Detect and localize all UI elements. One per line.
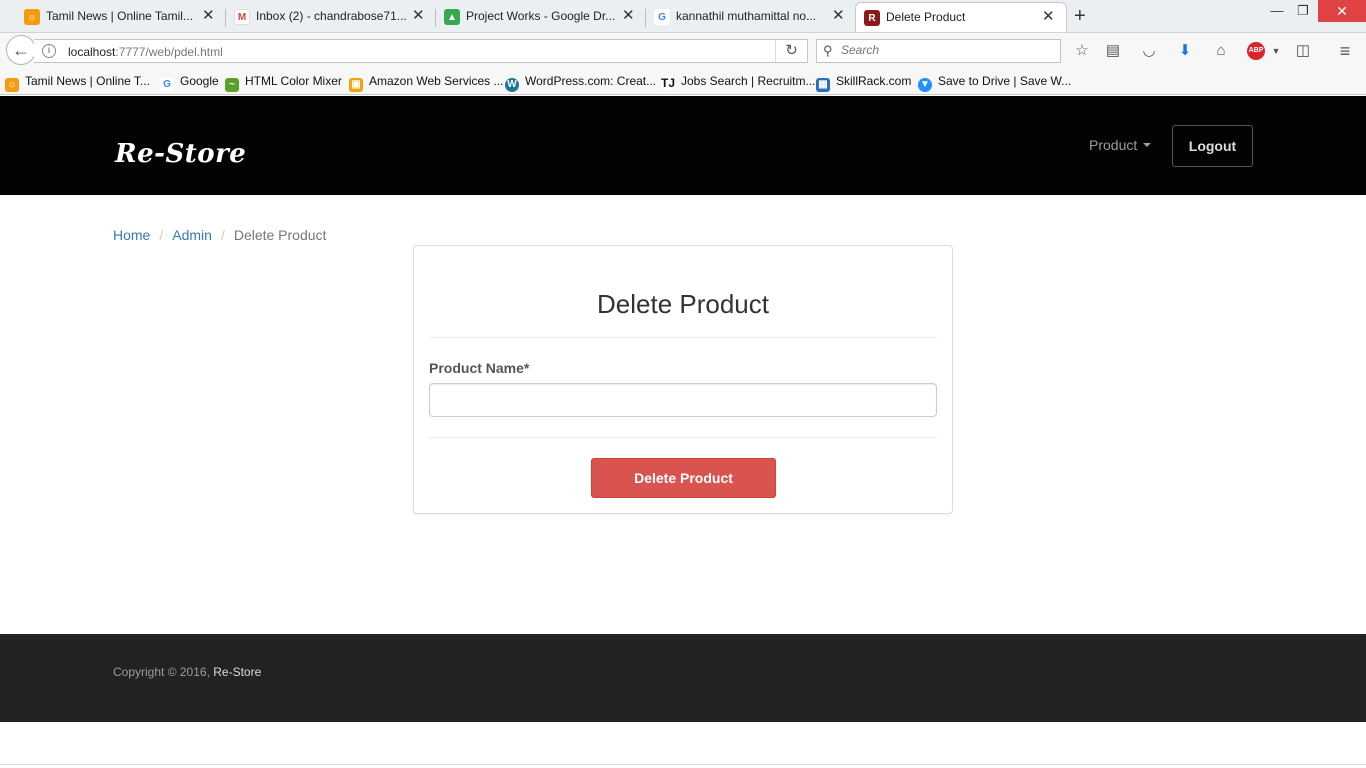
sun-icon: ☼: [5, 78, 19, 92]
bookmark-aws[interactable]: ▣ Amazon Web Services ...: [349, 74, 504, 92]
drive-icon: ▲: [444, 9, 460, 25]
footer-brand-link[interactable]: Re-Store: [213, 665, 261, 679]
address-bar[interactable]: i localhost:7777/web/pdel.html ↻: [34, 39, 808, 63]
menu-icon[interactable]: ≡: [1335, 41, 1355, 61]
color-mixer-icon: ~: [225, 78, 239, 92]
save-drive-icon: ▼: [918, 78, 932, 92]
tab-delete-product[interactable]: R Delete Product ✕: [855, 2, 1067, 32]
close-icon[interactable]: ✕: [1042, 9, 1055, 25]
bookmark-html-color-mixer[interactable]: ~ HTML Color Mixer: [225, 74, 342, 92]
tj-icon: TJ: [661, 76, 676, 90]
search-box[interactable]: ⚲: [816, 39, 1061, 63]
bookmarks-bar: ☼ Tamil News | Online T... G Google ~ HTML …: [0, 68, 1366, 95]
divider: [429, 437, 937, 438]
logout-button[interactable]: Logout: [1172, 125, 1253, 167]
restore-window-icon[interactable]: ❐: [1292, 0, 1314, 22]
url-text: localhost:7777/web/pdel.html: [68, 45, 223, 59]
wordpress-icon: W: [505, 78, 519, 92]
minimize-icon[interactable]: —: [1266, 0, 1288, 22]
shield-icon[interactable]: ◫: [1293, 41, 1313, 61]
page-title: Delete Product: [597, 289, 769, 319]
download-icon[interactable]: ⬇: [1175, 41, 1195, 61]
tab-inbox[interactable]: M Inbox (2) - chandrabose71... ✕: [210, 2, 436, 32]
google-icon: G: [160, 78, 174, 92]
tab-tamil-news[interactable]: ☼ Tamil News | Online Tamil... ✕: [0, 2, 226, 32]
back-arrow-icon[interactable]: ←: [6, 35, 36, 65]
home-icon[interactable]: ⌂: [1211, 41, 1231, 61]
search-icon: ⚲: [823, 43, 833, 58]
bookmark-jobs-search[interactable]: TJ Jobs Search | Recruitm...: [661, 74, 816, 90]
tab-google-search[interactable]: G kannathil muthamittal no... ✕: [630, 2, 856, 32]
pocket-icon[interactable]: ◡: [1139, 41, 1159, 61]
delete-product-panel: Delete Product Product Name* Delete Prod…: [413, 245, 953, 514]
breadcrumb-separator: /: [159, 227, 164, 243]
breadcrumb: Home / Admin / Delete Product: [113, 227, 326, 243]
gmail-icon: M: [234, 9, 250, 25]
browser-tab-bar: ☼ Tamil News | Online Tamil... ✕ M Inbox…: [0, 0, 1366, 32]
chevron-down-icon[interactable]: ▼: [1266, 41, 1286, 61]
window-close-icon[interactable]: ✕: [1318, 0, 1366, 22]
breadcrumb-current: Delete Product: [233, 227, 327, 243]
reader-list-icon[interactable]: ▤: [1103, 41, 1123, 61]
product-name-label: Product Name*: [429, 360, 530, 376]
breadcrumb-home[interactable]: Home: [113, 227, 150, 243]
tab-project-works[interactable]: ▲ Project Works - Google Dr... ✕: [420, 2, 646, 32]
product-dropdown[interactable]: Product: [1089, 137, 1152, 153]
close-icon[interactable]: ✕: [832, 8, 845, 24]
new-tab-icon[interactable]: +: [1074, 5, 1086, 28]
brand-logo[interactable]: Re-Store: [115, 139, 246, 169]
reload-icon[interactable]: ↻: [775, 40, 807, 62]
sun-icon: ☼: [24, 9, 40, 25]
box-icon: ▣: [349, 78, 363, 92]
divider: [429, 337, 937, 338]
breadcrumb-admin[interactable]: Admin: [172, 227, 212, 243]
site-header: Re-Store Product Logout: [0, 96, 1366, 195]
delete-product-button[interactable]: Delete Product: [591, 458, 776, 498]
restore-icon: R: [864, 10, 880, 26]
bookmark-save-to-drive[interactable]: ▼ Save to Drive | Save W...: [918, 74, 1071, 92]
browser-toolbar: ← i localhost:7777/web/pdel.html ↻ ⚲ ☆ ▤…: [0, 32, 1366, 68]
skillrack-icon: ▦: [816, 78, 830, 92]
product-name-input[interactable]: [429, 383, 937, 417]
bookmark-skillrack[interactable]: ▦ SkillRack.com: [816, 74, 911, 92]
bottom-edge: [0, 764, 1366, 768]
copyright-text: Copyright © 2016, Re-Store: [113, 665, 262, 679]
search-input[interactable]: [841, 43, 1051, 57]
site-footer: Copyright © 2016, Re-Store: [0, 634, 1366, 722]
caret-down-icon: [1143, 143, 1152, 147]
star-icon[interactable]: ☆: [1072, 41, 1092, 61]
bookmark-wordpress[interactable]: W WordPress.com: Creat...: [505, 74, 656, 92]
info-icon[interactable]: i: [42, 44, 56, 58]
google-icon: G: [654, 9, 670, 25]
bookmark-google[interactable]: G Google: [160, 74, 219, 92]
breadcrumb-separator: /: [220, 227, 225, 243]
bookmark-tamil-news[interactable]: ☼ Tamil News | Online T...: [5, 74, 150, 92]
adblock-icon[interactable]: ABP: [1247, 42, 1265, 60]
